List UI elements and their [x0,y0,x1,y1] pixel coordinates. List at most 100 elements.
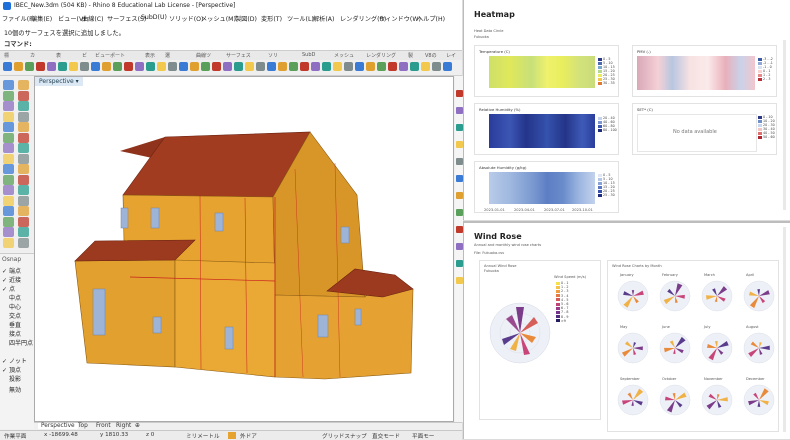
menu-tools[interactable]: ツール(L) [287,14,314,23]
pmv-heatmap[interactable] [637,56,755,90]
left-tool-icon[interactable] [3,122,14,132]
command-prompt[interactable]: コマンド: [4,39,32,48]
left-tool-icon[interactable] [18,153,29,164]
left-tool-icon[interactable] [3,216,14,227]
left-tool-icon[interactable] [18,237,29,248]
toolbar-tool-icon[interactable] [212,62,221,71]
toolbar-tool-icon[interactable] [25,62,34,71]
left-tool-icon[interactable] [18,143,29,153]
month-windrose-chart[interactable] [700,383,734,417]
toolbar-tool-icon[interactable] [421,62,430,71]
toolbar-tool-icon[interactable] [179,62,188,71]
left-tool-icon[interactable] [18,216,29,227]
side-panel-icon[interactable] [456,243,463,250]
tab-select[interactable]: 選 [165,52,170,59]
menu-mesh[interactable]: メッシュ(M) [201,14,236,23]
osnap-mid[interactable]: 中点 [2,293,21,302]
toolbar-tool-icon[interactable] [432,62,441,71]
month-windrose-chart[interactable] [658,331,692,365]
left-tool-icon[interactable] [18,80,29,90]
tab-right[interactable]: Right [116,423,131,429]
side-panel-icon[interactable] [456,277,463,284]
toolbar-tool-icon[interactable] [322,62,331,71]
toolbar-tool-icon[interactable] [146,62,155,71]
left-tool-icon[interactable] [3,143,14,153]
tab-top[interactable]: Top [78,423,88,429]
tab-mesh[interactable]: メッシュ [334,52,354,59]
left-tool-icon[interactable] [18,206,29,216]
tab-render[interactable]: レンダリング [366,52,396,59]
left-tool-icon[interactable] [3,206,14,216]
left-tool-icon[interactable] [18,90,29,101]
toolbar-tool-icon[interactable] [69,62,78,71]
toolbar-tool-icon[interactable] [201,62,210,71]
annex-left-wall[interactable] [74,259,176,368]
annex-roof[interactable] [74,239,196,262]
toolbar-tool-icon[interactable] [333,62,342,71]
heatmap-scrollbar[interactable] [783,40,786,210]
toolbar-tool-icon[interactable] [36,62,45,71]
windrose-scrollbar[interactable] [783,227,786,432]
toolbar-tool-icon[interactable] [256,62,265,71]
toolbar-tool-icon[interactable] [234,62,243,71]
month-windrose-chart[interactable] [658,279,692,313]
toolbar-tool-icon[interactable] [278,62,287,71]
annual-windrose-chart[interactable] [488,301,552,365]
month-windrose-chart[interactable] [700,279,734,313]
month-windrose-chart[interactable] [658,383,692,417]
temperature-heatmap[interactable] [489,56,595,88]
left-tool-icon[interactable] [18,174,29,185]
left-tool-icon[interactable] [3,153,14,164]
side-panel-icon[interactable] [456,175,463,182]
left-tool-icon[interactable] [18,132,29,143]
toolbar-tool-icon[interactable] [245,62,254,71]
tab-view[interactable]: ビ [82,52,87,59]
toolbar-tool-icon[interactable] [344,62,353,71]
tab-subd[interactable]: SubD [302,52,315,58]
osnap-intersection[interactable]: 交点 [2,311,21,320]
toolbar-tool-icon[interactable] [47,62,56,71]
menu-edit[interactable]: 編集(E) [31,14,52,23]
side-panel-icon[interactable] [456,192,463,199]
side-panel-icon[interactable] [456,124,463,131]
month-windrose-chart[interactable] [616,331,650,365]
osnap-near[interactable]: ✓ 近接 [2,275,21,284]
tab-curve-tools[interactable]: 曲線ツ [196,52,211,59]
toolbar-tool-icon[interactable] [168,62,177,71]
perspective-viewport[interactable] [34,76,454,422]
left-tool-icon[interactable] [18,195,29,206]
annex-front-wall[interactable] [174,259,276,378]
osnap-quad[interactable]: 四半円点 [2,338,33,347]
side-panel-icon[interactable] [456,158,463,165]
osnap-disable[interactable]: 無効 [2,385,21,394]
osnap-end[interactable]: ✓ 端点 [2,266,21,275]
left-tool-icon[interactable] [3,164,14,174]
toolbar-tool-icon[interactable] [58,62,67,71]
month-windrose-chart[interactable] [700,331,734,365]
tab-viewport[interactable]: ビューポート [95,52,125,59]
side-panel-icon[interactable] [456,260,463,267]
toolbar-tool-icon[interactable] [388,62,397,71]
osnap-point[interactable]: ✓ 点 [2,284,15,293]
tab-surface[interactable]: サーフェス [226,52,251,59]
toolbar-tool-icon[interactable] [190,62,199,71]
heatmap-filter[interactable]: Fukuoka [474,35,489,39]
left-tool-icon[interactable] [3,101,14,111]
side-panel-icon[interactable] [456,226,463,233]
month-windrose-chart[interactable] [742,331,776,365]
toolbar-tool-icon[interactable] [91,62,100,71]
left-tool-icon[interactable] [18,227,29,237]
tab-v8[interactable]: V8の [425,52,437,59]
toolbar-tool-icon[interactable] [113,62,122,71]
osnap-vertex[interactable]: ✓ 頂点 [2,365,21,374]
left-tool-icon[interactable] [3,185,14,195]
tab-solid[interactable]: ソリ [268,52,278,59]
toolbar-tool-icon[interactable] [223,62,232,71]
tab-front[interactable]: Front [96,423,111,429]
toolbar-tool-icon[interactable] [300,62,309,71]
osnap-tan[interactable]: 接点 [2,329,21,338]
left-tool-icon[interactable] [3,80,14,90]
left-tool-icon[interactable] [3,111,14,122]
osnap-knot[interactable]: ✓ ノット [2,356,27,365]
left-tool-icon[interactable] [3,195,14,206]
